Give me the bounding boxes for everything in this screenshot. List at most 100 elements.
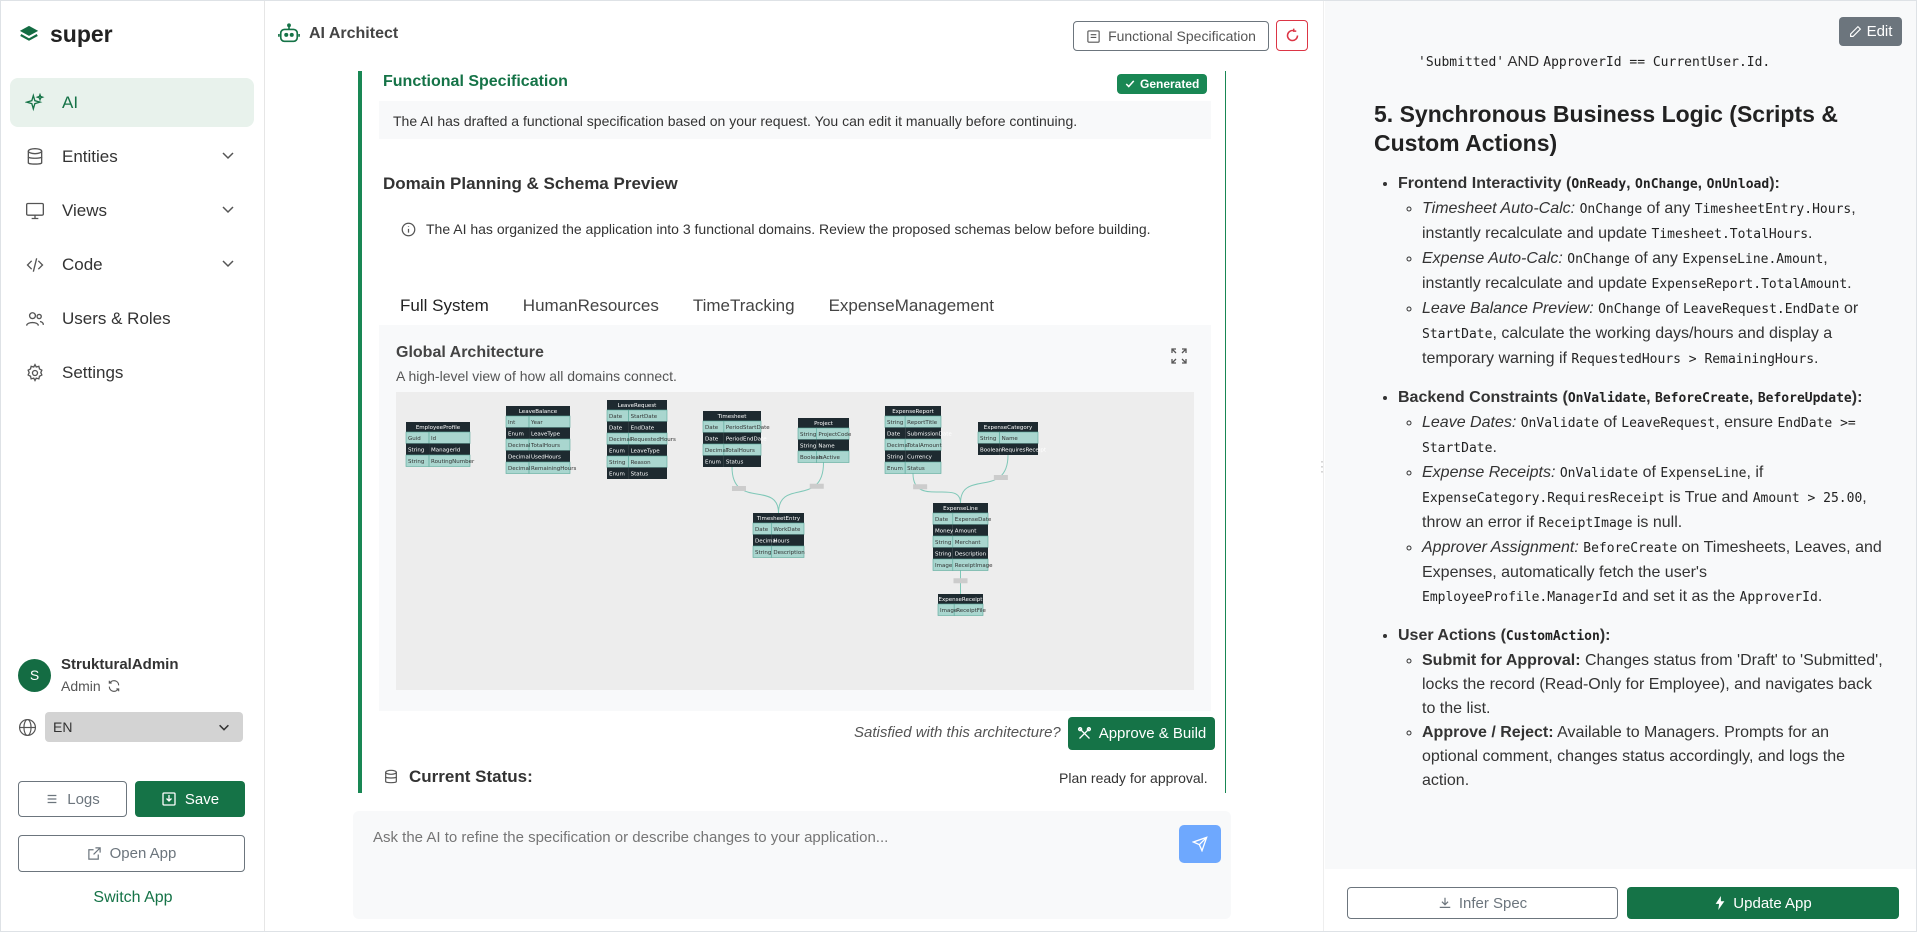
brand-logo[interactable]: super <box>18 21 113 48</box>
field-type: String <box>800 444 816 450</box>
chevron-down-icon[interactable] <box>220 255 236 271</box>
code-span: 'Submitted' <box>1418 55 1505 70</box>
field-type: String <box>755 550 771 556</box>
switch-app-link[interactable]: Switch App <box>1 889 265 907</box>
code-span: CustomAction <box>1505 629 1600 644</box>
entity-name: Timesheet <box>717 414 748 420</box>
field-name: LeaveType <box>631 449 661 455</box>
switch-role-icon[interactable] <box>107 679 121 693</box>
reset-button[interactable] <box>1276 20 1308 51</box>
tab-human-resources[interactable]: HumanResources <box>506 281 676 331</box>
entity-leavebalance[interactable]: LeaveBalanceInt YearEnum LeaveTypeDecimal T… <box>505 406 576 474</box>
spec-document: 'Submitted' AND ApproverId == CurrentUse… <box>1374 1 1884 807</box>
sidebar-item-settings[interactable]: Settings <box>10 348 254 397</box>
current-status-text: Current Status: <box>409 767 533 786</box>
field-name: IsActive <box>818 455 840 461</box>
entity-expenseline[interactable]: ExpenseLine Date ExpenseDateMoney Amount Str… <box>932 503 993 571</box>
infer-spec-button[interactable]: Infer Spec <box>1347 887 1618 919</box>
item-bold: Submit for Approval: <box>1422 652 1581 669</box>
update-app-label: Update App <box>1733 894 1812 912</box>
sidebar-item-views[interactable]: Views <box>10 186 254 235</box>
sidebar-item-users-roles[interactable]: Users & Roles <box>10 294 254 343</box>
field-type: String <box>887 455 903 461</box>
chevron-down-icon[interactable] <box>220 201 236 217</box>
functional-spec-button[interactable]: Functional Specification <box>1073 21 1269 51</box>
field-type: Date <box>705 437 719 443</box>
gear-icon <box>24 362 46 384</box>
tab-time-tracking[interactable]: TimeTracking <box>676 281 812 331</box>
field-type: Int <box>508 420 516 426</box>
code-span: ExpenseLine <box>1660 466 1747 481</box>
edit-button[interactable]: Edit <box>1839 17 1902 46</box>
field-name: TotalHours <box>725 448 755 454</box>
tools-icon <box>1077 726 1091 739</box>
entity-name: ExpenseLine <box>943 506 978 512</box>
entity-expensereport[interactable]: ExpenseReport String ReportTitle Date Submis… <box>884 406 952 474</box>
pencil-icon <box>1849 25 1861 37</box>
sidebar-item-ai[interactable]: AI <box>10 78 254 127</box>
chat-input[interactable] <box>373 829 1153 889</box>
chevron-down-icon <box>219 724 229 731</box>
sidebar-item-label: AI <box>62 92 79 112</box>
field-type: Enum <box>609 449 625 455</box>
entity-name: LeaveRequest <box>618 403 658 409</box>
entity-timesheetentry[interactable]: TimesheetEntryDate WorkDateDecimalHoursSt… <box>752 513 805 558</box>
entity-employeeprofile[interactable]: EmployeeProfile Guid Id String ManagerId Stri… <box>405 422 475 467</box>
fullscreen-icon[interactable] <box>1171 348 1187 364</box>
list-item-title: Backend Constraints <box>1398 389 1559 406</box>
text-span: , ensure <box>1715 414 1773 431</box>
entity-expensecategory[interactable]: ExpenseCategory String Name Boolean Requires… <box>977 422 1047 455</box>
field-type: Enum <box>705 460 721 466</box>
code-span: ExpenseReport.TotalAmount <box>1651 277 1848 292</box>
item-bold: Approve / Reject: <box>1422 724 1554 741</box>
approve-build-button[interactable]: Approve & Build <box>1068 717 1215 750</box>
page-title-text: AI Architect <box>309 25 399 42</box>
code-span: ApproverId == CurrentUser.Id. <box>1543 55 1771 70</box>
update-app-button[interactable]: Update App <box>1627 887 1899 919</box>
save-button[interactable]: Save <box>135 781 245 817</box>
send-button[interactable] <box>1179 825 1221 863</box>
field-type: Date <box>609 426 623 432</box>
code-span: Timesheet.TotalHours <box>1651 227 1809 242</box>
field-type: String <box>800 432 816 438</box>
logs-button[interactable]: Logs <box>18 781 127 817</box>
field-type: Money <box>935 529 954 535</box>
entity-expensereceipt[interactable]: ExpenseReceipt ImageReceiptFile <box>937 594 987 616</box>
field-type: Decimal <box>705 448 728 454</box>
sidebar-item-code[interactable]: Code <box>10 240 254 289</box>
refresh-icon <box>1286 28 1298 42</box>
tab-full-system[interactable]: Full System <box>383 281 506 331</box>
edge-label <box>913 484 928 490</box>
field-type: Date <box>887 432 901 438</box>
splitter-handle[interactable]: · · · <box>1320 455 1324 477</box>
open-app-button[interactable]: Open App <box>18 835 245 872</box>
schema-diagram-canvas[interactable]: EmployeeProfile Guid Id String ManagerId Stri… <box>396 392 1194 690</box>
entity-project[interactable]: ProjectString ProjectCodeString NameBoolea… <box>797 418 852 463</box>
field-name: ManagerId <box>431 448 460 454</box>
sidebar-item-entities[interactable]: Entities <box>10 132 254 181</box>
schema-diagram[interactable]: EmployeeProfile Guid Id String ManagerId Stri… <box>396 392 1194 690</box>
edit-label: Edit <box>1866 23 1893 40</box>
field-type: Boolean <box>980 448 1003 454</box>
tab-expense-management[interactable]: ExpenseManagement <box>812 281 1011 331</box>
current-status-label: Current Status: <box>383 767 533 787</box>
item-emphasis: Approver Assignment: <box>1422 539 1579 556</box>
text-span: . <box>1817 588 1823 605</box>
language-select[interactable]: EN <box>45 712 243 742</box>
entity-leaverequest[interactable]: LeaveRequest Date StartDate Date EndDate Deci… <box>606 400 676 479</box>
text-span: AND <box>1507 53 1540 70</box>
send-icon <box>1192 836 1208 852</box>
entity-name: ExpenseReport <box>892 409 934 415</box>
spec-description: The AI has drafted a functional specific… <box>379 101 1211 139</box>
entity-timesheet[interactable]: Timesheet Date PeriodStartDate Date PeriodEn… <box>702 411 770 467</box>
field-name: Merchant <box>955 540 982 546</box>
field-type: Decimal <box>508 443 531 449</box>
field-name: Description <box>773 550 805 556</box>
chevron-down-icon[interactable] <box>220 147 236 163</box>
external-link-icon <box>87 847 101 860</box>
domain-tabs: Full System HumanResources TimeTracking … <box>383 281 1011 331</box>
infer-spec-label: Infer Spec <box>1458 894 1528 912</box>
list-item: Approver Assignment: BeforeCreate on Tim… <box>1422 536 1884 610</box>
lightning-icon <box>1715 896 1725 910</box>
field-type: Image <box>940 608 958 614</box>
